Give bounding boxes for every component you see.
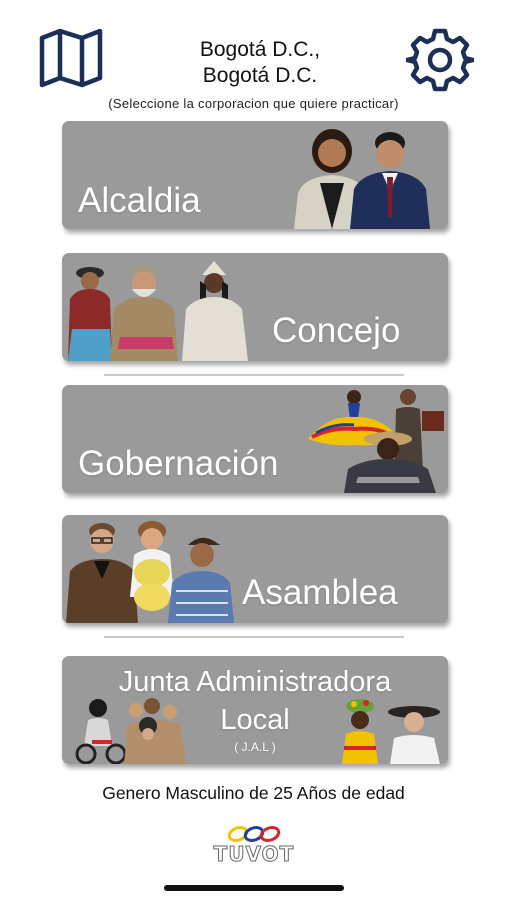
citizens-image <box>68 261 248 361</box>
divider <box>104 374 404 376</box>
candidates-image <box>294 129 430 229</box>
jal-button[interactable]: Junta Administradora Local ( J.A.L ) <box>62 656 448 764</box>
jal-label-line-1: Junta Administradora <box>118 666 392 698</box>
location-line-1: Bogotá D.C., <box>199 38 321 61</box>
concejo-button[interactable]: Concejo <box>62 253 448 361</box>
alcaldia-label: Alcaldia <box>78 181 201 220</box>
divider <box>104 636 404 638</box>
concejo-label: Concejo <box>272 311 401 350</box>
asamblea-label: Asamblea <box>242 573 398 612</box>
delegates-image <box>66 521 234 623</box>
home-indicator[interactable] <box>164 885 344 891</box>
location-line-2: Bogotá D.C. <box>202 64 318 87</box>
header: Bogotá D.C., Bogotá D.C. (Seleccione la … <box>0 0 507 115</box>
gobernacion-label: Gobernación <box>78 444 279 483</box>
map-icon[interactable] <box>38 28 104 88</box>
locals-right-image <box>342 699 440 764</box>
regional-people-image <box>308 389 444 493</box>
gear-icon[interactable] <box>406 26 474 94</box>
asamblea-button[interactable]: Asamblea <box>62 515 448 623</box>
alcaldia-button[interactable]: Alcaldia <box>62 121 448 229</box>
tuvot-logo: TUVOT <box>208 822 300 867</box>
gobernacion-button[interactable]: Gobernación <box>62 385 448 493</box>
instruction-text: (Seleccione la corporacion que quiere pr… <box>108 96 399 111</box>
logo-text: TUVOT <box>213 842 295 867</box>
profile-text: Genero Masculino de 25 Años de edad <box>102 783 405 803</box>
locals-left-image <box>75 698 186 764</box>
